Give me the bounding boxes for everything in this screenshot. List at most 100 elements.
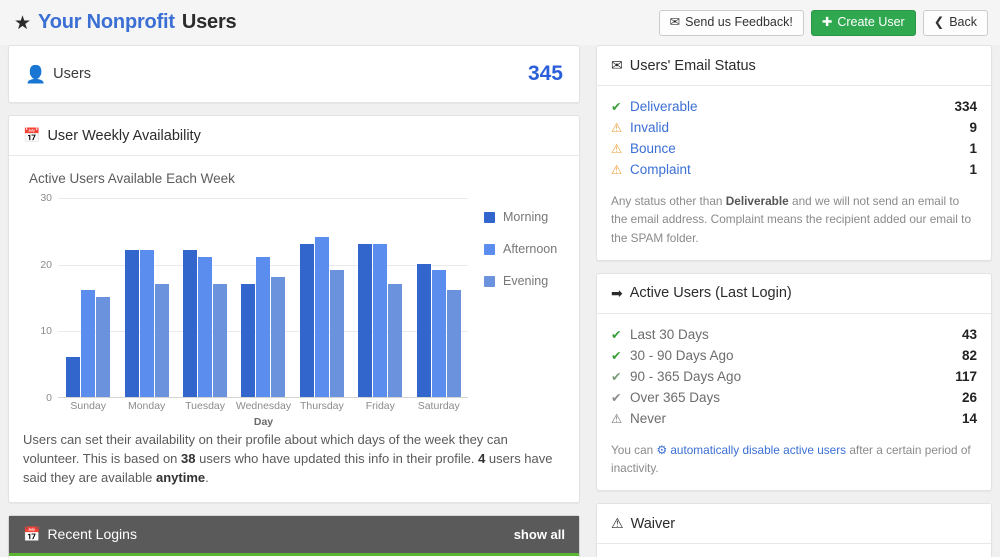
- auto-disable-link[interactable]: automatically disable active users: [670, 443, 846, 457]
- stat-label: Never: [630, 410, 667, 426]
- send-feedback-button[interactable]: ✉ Send us Feedback!: [658, 9, 804, 36]
- bar-group: [117, 198, 175, 397]
- page-title: Users: [181, 11, 237, 33]
- x-axis-tick: Sunday: [70, 400, 107, 412]
- list-item[interactable]: ✔ Over 365 Days 26: [611, 387, 977, 408]
- stat-value: 117: [955, 368, 977, 384]
- list-item[interactable]: ⚠ Invalid 9: [611, 117, 977, 138]
- stat-value: 1: [969, 141, 977, 156]
- list-item[interactable]: ✔ Last 30 Days 43: [611, 324, 977, 345]
- legend-swatch: [484, 243, 495, 255]
- stat-label[interactable]: Deliverable: [630, 99, 698, 114]
- person-icon: 👤: [25, 64, 47, 84]
- top-bar: ★ Your Nonprofit Users ✉ Send us Feedbac…: [0, 0, 1000, 45]
- email-status-panel: ✉ Users' Email Status ✔ Deliverable 334 ⚠ In…: [596, 45, 992, 261]
- availability-note-part-2: users who have updated this info in thei…: [195, 450, 479, 466]
- bar-group: [234, 198, 292, 397]
- users-count-value[interactable]: 345: [528, 62, 563, 86]
- stat-label: 30 - 90 Days Ago: [630, 347, 734, 363]
- availability-note: Users can set their availability on thei…: [9, 427, 579, 502]
- legend-item[interactable]: Afternoon: [484, 242, 557, 256]
- right-column: ✉ Users' Email Status ✔ Deliverable 334 ⚠ In…: [596, 45, 992, 557]
- chart-bar[interactable]: [241, 283, 256, 397]
- chart-bar[interactable]: [271, 277, 286, 397]
- list-item[interactable]: ⚠ Complaint 1: [611, 159, 977, 180]
- legend-item[interactable]: Morning: [484, 210, 557, 224]
- chart-bar[interactable]: [213, 283, 228, 397]
- stat-label[interactable]: Complaint: [630, 162, 691, 177]
- show-all-link[interactable]: show all: [514, 527, 565, 542]
- check-icon: ✔: [611, 100, 622, 114]
- stat-value: 82: [961, 347, 977, 363]
- x-axis-tick: Friday: [365, 400, 395, 412]
- chevron-left-icon: ❮: [933, 15, 945, 30]
- chart-bar[interactable]: [373, 243, 388, 397]
- chart-plot: 0 10 20 30 Sunday Monday Tuesday Wednesday Thurs…: [28, 192, 468, 428]
- active-note-prefix: You can: [611, 442, 657, 457]
- list-item[interactable]: ✔ 90 - 365 Days Ago 117: [611, 366, 977, 387]
- warning-icon: ⚠: [611, 515, 624, 532]
- chart-bars: [59, 198, 468, 397]
- chart-bar[interactable]: [256, 257, 271, 397]
- list-item[interactable]: ⚠ Bounce 1: [611, 138, 977, 159]
- chart-bar[interactable]: [446, 290, 461, 397]
- email-status-header: ✉ Users' Email Status: [597, 46, 991, 86]
- chart-bar[interactable]: [431, 270, 446, 397]
- email-status-title: Users' Email Status: [629, 57, 756, 74]
- back-button[interactable]: ❮ Back: [922, 9, 988, 36]
- chart-bar[interactable]: [66, 357, 81, 397]
- bar-group: [293, 198, 351, 397]
- chart-bar[interactable]: [314, 237, 329, 397]
- availability-anytime-word: anytime: [155, 469, 206, 485]
- users-count-label-group: 👤 Users: [25, 66, 91, 83]
- legend-swatch: [484, 275, 495, 287]
- plus-icon: ✚: [821, 15, 833, 30]
- x-axis-title: Day: [253, 416, 274, 428]
- chart-bar[interactable]: [358, 243, 373, 397]
- chart-bar[interactable]: [329, 270, 344, 397]
- email-status-note: Any status other than Deliverable and we…: [597, 184, 991, 260]
- recent-logins-title: Recent Logins: [47, 526, 137, 543]
- legend-item[interactable]: Evening: [484, 274, 557, 288]
- active-users-panel: ➡ Active Users (Last Login) ✔ Last 30 Day…: [596, 272, 992, 492]
- chart-bar[interactable]: [416, 263, 431, 397]
- chart-bar[interactable]: [299, 243, 314, 397]
- chart-bar[interactable]: [388, 283, 403, 397]
- check-icon: ✔: [611, 348, 622, 363]
- stat-value: 9: [969, 120, 977, 135]
- x-axis-tick: Wednesday: [235, 400, 292, 412]
- check-icon: ✔: [611, 369, 622, 384]
- create-user-button[interactable]: ✚ Create User: [810, 9, 916, 36]
- chart-bar[interactable]: [154, 283, 169, 397]
- chart-bar[interactable]: [96, 297, 111, 397]
- list-item[interactable]: ✔ Deliverable 334: [611, 96, 977, 117]
- chart-bar[interactable]: [198, 257, 213, 397]
- legend-label: Afternoon: [503, 242, 558, 256]
- brand: ★ Your Nonprofit Users: [14, 11, 237, 34]
- calendar-icon: 📅: [23, 127, 41, 143]
- chart-bar[interactable]: [124, 250, 139, 397]
- stat-label[interactable]: Bounce: [630, 141, 676, 156]
- y-axis-tick: 10: [40, 325, 52, 338]
- warning-icon: ⚠: [611, 142, 623, 156]
- chart-bar[interactable]: [183, 250, 198, 397]
- envelope-icon: ✉: [669, 15, 681, 30]
- chart-legend: Morning Afternoon Evening: [468, 198, 557, 423]
- stat-label[interactable]: Invalid: [630, 120, 669, 135]
- left-column: 👤 Users 345 📅 User Weekly Availability A…: [8, 45, 580, 557]
- top-bar-actions: ✉ Send us Feedback! ✚ Create User ❮ Back: [658, 9, 988, 36]
- warning-icon: ⚠: [611, 411, 623, 426]
- waiver-panel: ⚠ Waiver 3 of 345 users have submitted y…: [596, 503, 992, 557]
- waiver-body: 3 of 345 users have submitted your waive…: [597, 544, 991, 557]
- active-users-list: ✔ Last 30 Days 43 ✔ 30 - 90 Days Ago 82 ✔ 90 - …: [597, 314, 991, 433]
- list-item[interactable]: ⚠ Never 14: [611, 408, 977, 429]
- stat-label: Last 30 Days: [630, 326, 709, 342]
- y-axis-tick: 30: [40, 192, 52, 204]
- list-item[interactable]: ✔ 30 - 90 Days Ago 82: [611, 345, 977, 366]
- chart-bar[interactable]: [139, 250, 154, 397]
- active-users-header: ➡ Active Users (Last Login): [597, 274, 991, 314]
- bar-group: [351, 198, 409, 397]
- chart-bar[interactable]: [81, 290, 96, 397]
- organization-name[interactable]: Your Nonprofit: [38, 11, 175, 34]
- users-count-panel: 👤 Users 345: [8, 45, 580, 103]
